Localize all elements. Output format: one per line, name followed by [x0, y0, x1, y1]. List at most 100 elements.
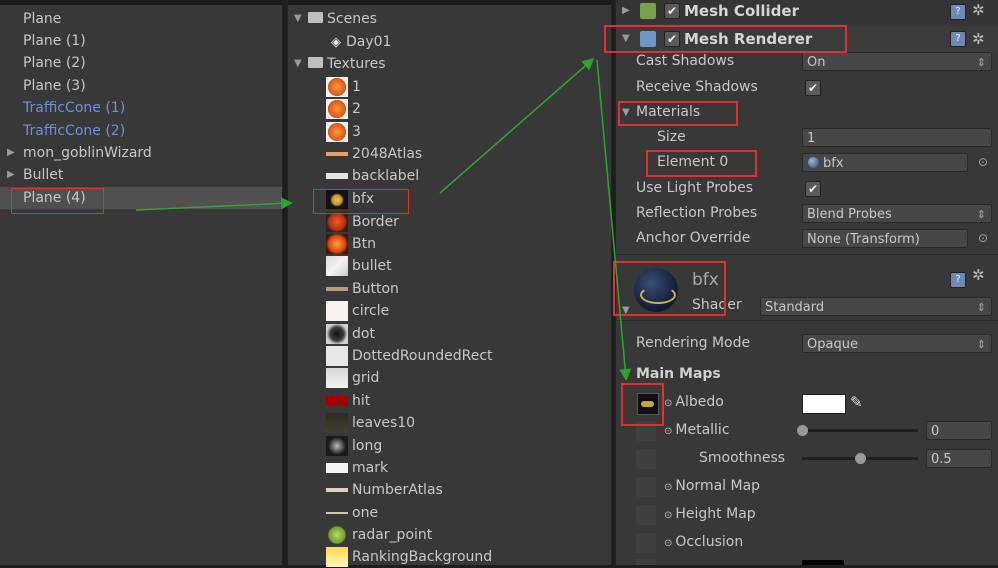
normal-map-texture-slot[interactable]: [636, 477, 656, 497]
hierarchy-item-prefab[interactable]: TrafficCone (2): [0, 120, 282, 142]
texture-thumbnail-icon: [326, 212, 348, 232]
smoothness-slider-knob[interactable]: [855, 453, 866, 464]
texture-item[interactable]: Button: [288, 278, 611, 300]
help-book-icon[interactable]: ?: [950, 272, 966, 288]
scene-item[interactable]: ◈ Day01: [331, 31, 391, 53]
cast-shadows-dropdown[interactable]: On: [802, 52, 992, 72]
albedo-color-swatch[interactable]: [802, 394, 846, 414]
hierarchy-item[interactable]: Plane (1): [0, 30, 282, 52]
texture-item[interactable]: 1: [288, 76, 611, 98]
texture-item[interactable]: long: [288, 435, 611, 457]
texture-item[interactable]: hit: [288, 390, 611, 412]
metallic-texture-slot[interactable]: [636, 421, 656, 441]
rendering-mode-dropdown[interactable]: Opaque: [802, 334, 992, 354]
element0-row: Element 0 bfx ⊙: [616, 150, 998, 175]
texture-item[interactable]: mark: [288, 457, 611, 479]
reflection-probes-dropdown[interactable]: Blend Probes: [802, 204, 992, 224]
gear-icon[interactable]: ✲: [972, 266, 985, 284]
receive-shadows-row: Receive Shadows ✔: [616, 75, 998, 100]
folder-scenes[interactable]: ▼ Scenes: [294, 8, 377, 30]
hierarchy-item[interactable]: ▶ mon_goblinWizard: [0, 142, 282, 164]
texture-item[interactable]: leaves10: [288, 412, 611, 434]
texture-item[interactable]: 2048Atlas: [288, 143, 611, 165]
hierarchy-item[interactable]: Plane (3): [0, 75, 282, 97]
expand-arrow-icon[interactable]: ▼: [294, 8, 302, 30]
hierarchy-item-label: mon_goblinWizard: [23, 145, 152, 161]
mesh-collider-enabled-checkbox[interactable]: ✔: [664, 3, 680, 19]
texture-item[interactable]: circle: [288, 300, 611, 322]
texture-thumbnail-icon: [326, 547, 348, 567]
texture-item[interactable]: 3: [288, 121, 611, 143]
folder-textures[interactable]: ▼ Textures: [294, 53, 386, 75]
texture-item[interactable]: grid: [288, 367, 611, 389]
materials-row[interactable]: ▼ Materials: [616, 100, 998, 125]
texture-item[interactable]: Btn: [288, 233, 611, 255]
section-label: Main Maps: [636, 366, 721, 382]
expand-arrow-icon[interactable]: ▶: [7, 142, 15, 164]
anchor-override-field[interactable]: None (Transform): [802, 229, 968, 248]
texture-item[interactable]: 2: [288, 98, 611, 120]
mesh-collider-header[interactable]: ▶ ✔ Mesh Collider ? ✲: [616, 0, 998, 24]
metallic-slider-track[interactable]: [802, 429, 918, 432]
metallic-input[interactable]: 0: [926, 421, 992, 440]
texture-item[interactable]: NumberAtlas: [288, 479, 611, 501]
height-map-texture-slot[interactable]: [636, 505, 656, 525]
occlusion-label-wrap: ⊙ Occlusion: [664, 530, 743, 556]
property-label: Size: [657, 129, 686, 145]
texture-item[interactable]: DottedRoundedRect: [288, 345, 611, 367]
divider: [616, 254, 998, 255]
object-picker-icon[interactable]: ⊙: [978, 150, 988, 175]
occlusion-texture-slot[interactable]: [636, 533, 656, 553]
receive-shadows-checkbox[interactable]: ✔: [805, 80, 821, 96]
mesh-renderer-enabled-checkbox[interactable]: ✔: [664, 31, 680, 47]
expand-arrow-icon[interactable]: ▼: [622, 100, 630, 125]
light-probes-checkbox[interactable]: ✔: [805, 181, 821, 197]
collapse-arrow-icon[interactable]: ▼: [622, 305, 630, 316]
smoothness-input[interactable]: 0.5: [926, 449, 992, 468]
picker-radio-icon[interactable]: ⊙: [664, 482, 672, 493]
collapse-arrow-icon[interactable]: ▶: [622, 0, 630, 22]
smoothness-row: Smoothness 0.5: [616, 446, 998, 471]
texture-thumbnail-icon: [326, 458, 348, 478]
texture-item[interactable]: dot: [288, 323, 611, 345]
texture-item[interactable]: radar_point: [288, 524, 611, 546]
metallic-slider-knob[interactable]: [797, 425, 808, 436]
picker-radio-icon[interactable]: ⊙: [664, 398, 672, 409]
hierarchy-item-prefab[interactable]: TrafficCone (1): [0, 97, 282, 119]
mesh-renderer-icon: [640, 31, 656, 47]
hierarchy-item[interactable]: Plane (2): [0, 52, 282, 74]
texture-item[interactable]: Border: [288, 211, 611, 233]
shader-dropdown[interactable]: Standard: [760, 297, 992, 317]
mesh-collider-icon: [640, 3, 656, 19]
occlusion-row: ⊙ Occlusion: [616, 530, 998, 555]
hierarchy-item[interactable]: ▶ Bullet: [0, 164, 282, 186]
picker-radio-icon[interactable]: ⊙: [664, 538, 672, 549]
help-book-icon[interactable]: ?: [950, 4, 966, 20]
texture-item[interactable]: bfx: [288, 188, 611, 210]
element0-object-field[interactable]: bfx: [802, 153, 968, 172]
expand-arrow-icon[interactable]: ▶: [7, 164, 15, 186]
scene-label: Day01: [346, 34, 392, 50]
hierarchy-item[interactable]: Plane: [0, 8, 282, 30]
emission-texture-slot[interactable]: [636, 559, 656, 565]
folder-icon: [308, 11, 323, 23]
project-panel: ▼ Scenes ◈ Day01 ▼ Textures 1 2 3 2048Atlas bac…: [287, 0, 612, 567]
texture-item[interactable]: one: [288, 502, 611, 524]
texture-item[interactable]: backlabel: [288, 165, 611, 187]
eyedropper-icon[interactable]: ✎: [850, 390, 863, 415]
emission-color-swatch[interactable]: [802, 560, 844, 565]
object-picker-icon[interactable]: ⊙: [978, 226, 988, 251]
expand-arrow-icon[interactable]: ▼: [294, 53, 302, 75]
texture-label: Border: [352, 214, 399, 230]
height-map-label-wrap: ⊙ Height Map: [664, 502, 756, 528]
unity-scene-icon: ◈: [331, 35, 341, 50]
help-book-icon[interactable]: ?: [950, 31, 966, 47]
albedo-texture-slot[interactable]: [637, 393, 659, 415]
picker-radio-icon[interactable]: ⊙: [664, 510, 672, 521]
texture-item[interactable]: bullet: [288, 255, 611, 277]
hierarchy-item-selected[interactable]: Plane (4): [0, 187, 282, 209]
materials-size-input[interactable]: 1: [802, 128, 992, 147]
gear-icon[interactable]: ✲: [972, 0, 985, 21]
texture-thumbnail-icon: [326, 189, 348, 209]
picker-radio-icon[interactable]: ⊙: [664, 426, 672, 437]
